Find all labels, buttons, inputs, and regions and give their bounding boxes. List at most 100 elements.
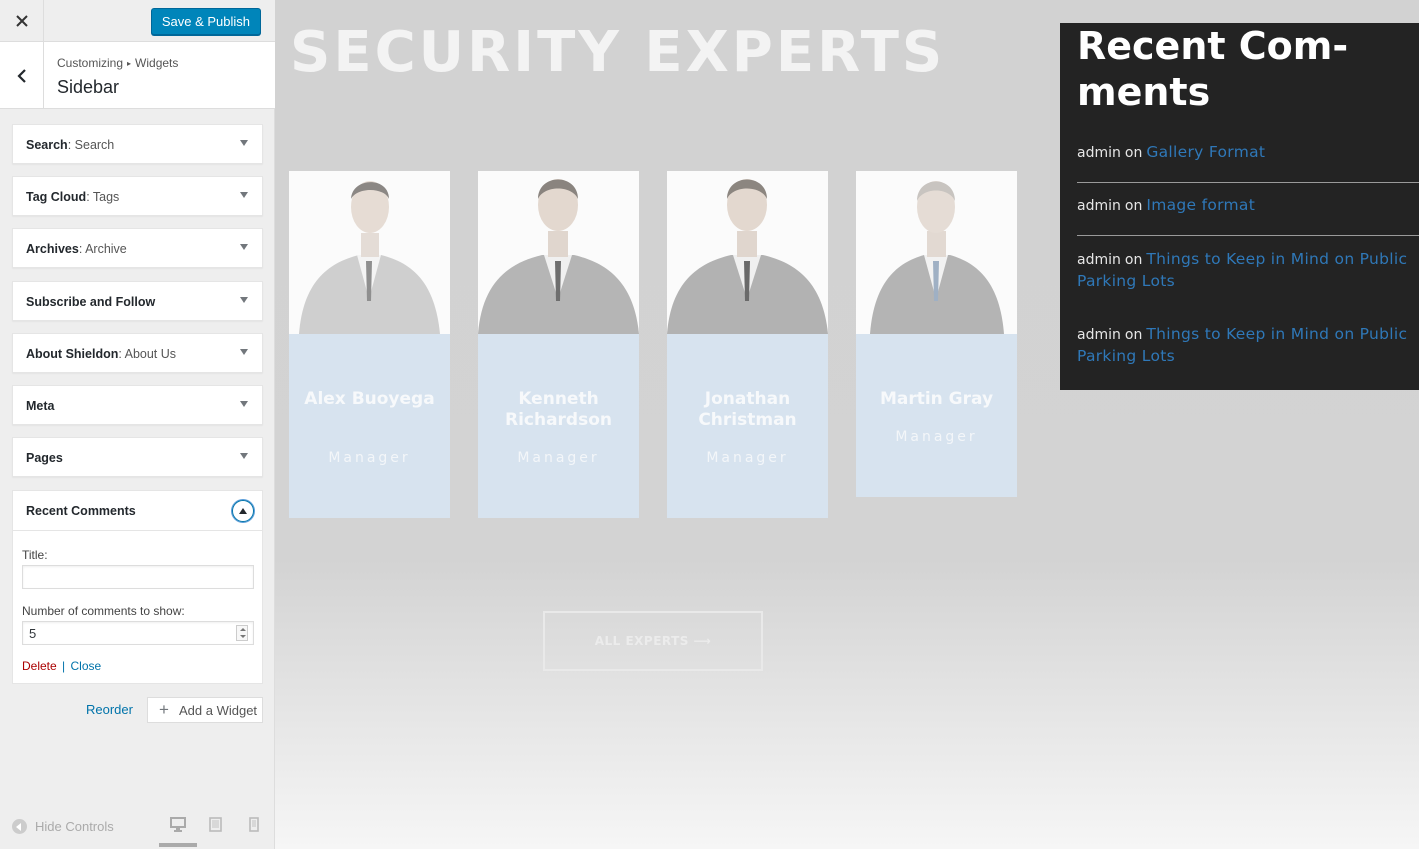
team-member-photo: [667, 171, 828, 334]
collapse-arrow-icon: [12, 819, 27, 834]
comment-post-link[interactable]: Image format: [1146, 196, 1255, 214]
widget-subtitle: : Tags: [86, 190, 120, 204]
hide-controls-button[interactable]: Hide Controls: [12, 819, 114, 834]
add-widget-label: Add a Widget: [179, 703, 258, 718]
delete-link[interactable]: Delete: [22, 659, 57, 673]
member-name: Jonathan Christman: [698, 389, 797, 430]
widget-recent-comments-header[interactable]: Recent Comments: [13, 491, 262, 531]
team-member-photo: [478, 171, 639, 334]
back-button[interactable]: [0, 42, 44, 109]
person-silhouette-icon: [478, 179, 639, 334]
chevron-up-icon: [239, 508, 247, 514]
breadcrumb-parent: Customizing: [57, 56, 124, 70]
widget-title: Subscribe and Follow: [26, 295, 156, 309]
widget-meta[interactable]: Meta: [12, 385, 263, 425]
widget-title: Tag Cloud: [26, 190, 87, 204]
save-publish-button[interactable]: Save & Publish: [150, 8, 261, 35]
comment-on: on: [1124, 145, 1143, 161]
breadcrumb-separator: ▸: [127, 59, 132, 68]
widget-search[interactable]: Search: Search: [12, 124, 263, 164]
title-label: Title:: [22, 548, 48, 562]
comment-post-link[interactable]: Gallery Format: [1146, 143, 1265, 161]
divider: [1077, 182, 1419, 183]
comment-item: admin on Image format: [1077, 195, 1419, 217]
widget-pages[interactable]: Pages: [12, 437, 263, 477]
widget-actions: Delete | Close: [22, 659, 101, 673]
recent-comments-title: Recent Com-ments: [1077, 24, 1349, 114]
team-member-photo: [289, 171, 450, 334]
expand-arrow-icon[interactable]: [240, 401, 248, 407]
section-title: Sidebar: [57, 77, 120, 97]
action-divider: |: [62, 659, 66, 673]
hide-controls-label: Hide Controls: [35, 819, 114, 834]
chevron-left-icon: [16, 68, 26, 83]
widget-subtitle: : Search: [67, 138, 115, 152]
tablet-icon[interactable]: [209, 817, 222, 832]
widget-recent-comments: Recent Comments Title: Number of comment…: [12, 490, 263, 684]
widget-subtitle: : Archive: [78, 242, 127, 256]
breadcrumb: Customizing ▸ Widgets: [57, 56, 178, 70]
section-header: Customizing ▸ Widgets Sidebar: [0, 42, 275, 109]
collapse-toggle-button[interactable]: [232, 500, 254, 522]
active-device-indicator: [159, 843, 197, 847]
comment-author: admin: [1077, 327, 1121, 343]
widget-title: Meta: [26, 399, 55, 413]
widget-subscribe-follow[interactable]: Subscribe and Follow: [12, 281, 263, 321]
close-icon: [15, 15, 28, 27]
number-of-comments-input[interactable]: 5: [22, 621, 254, 645]
widget-tag-cloud[interactable]: Tag Cloud: Tags: [12, 176, 263, 216]
comment-item: admin on Things to Keep in Mind on Public …: [1077, 249, 1419, 293]
close-customizer-button[interactable]: [0, 0, 44, 42]
expand-arrow-icon[interactable]: [240, 244, 248, 250]
team-card[interactable]: Alex Buoyega Manager: [289, 171, 450, 518]
divider: [1077, 235, 1419, 236]
customizer-header: Save & Publish: [0, 0, 275, 42]
member-role: Manager: [706, 450, 789, 466]
team-card[interactable]: Jonathan Christman Manager: [667, 171, 828, 518]
reorder-link[interactable]: Reorder: [86, 702, 133, 717]
widget-about[interactable]: About Shieldon: About Us: [12, 333, 263, 373]
expand-arrow-icon[interactable]: [240, 192, 248, 198]
widget-title: Recent Comments: [26, 504, 136, 518]
add-widget-button[interactable]: + Add a Widget: [147, 697, 263, 723]
widget-archives[interactable]: Archives: Archive: [12, 228, 263, 268]
team-card[interactable]: Martin Gray Manager: [856, 171, 1017, 497]
person-silhouette-icon: [870, 181, 1004, 334]
team-member-photo: [856, 171, 1017, 334]
member-name: Alex Buoyega: [304, 389, 435, 409]
expand-arrow-icon[interactable]: [240, 140, 248, 146]
comment-author: admin: [1077, 145, 1121, 161]
widget-subtitle: : About Us: [118, 347, 177, 361]
close-link[interactable]: Close: [71, 659, 102, 673]
title-input[interactable]: [22, 565, 254, 589]
recent-comments-widget: Recent Com-ments admin on Gallery Format a…: [1060, 23, 1419, 390]
expand-arrow-icon[interactable]: [240, 349, 248, 355]
member-role: Manager: [517, 450, 600, 466]
number-spinner[interactable]: [236, 625, 248, 641]
expand-arrow-icon[interactable]: [240, 453, 248, 459]
member-name: Martin Gray: [879, 389, 994, 409]
expand-arrow-icon[interactable]: [240, 297, 248, 303]
member-role: Manager: [328, 450, 411, 466]
team-card[interactable]: Kenneth Richardson Manager: [478, 171, 639, 518]
member-name: Kenneth Richardson: [504, 389, 613, 430]
widget-title: Pages: [26, 451, 63, 465]
comment-on: on: [1124, 198, 1143, 214]
comment-author: admin: [1077, 198, 1121, 214]
comment-on: on: [1124, 327, 1143, 343]
member-role: Manager: [895, 429, 978, 445]
comment-item: admin on Things to Keep in Mind on Public …: [1077, 324, 1419, 368]
number-label: Number of comments to show:: [22, 604, 185, 618]
number-value: 5: [29, 626, 37, 641]
widget-title: Search: [26, 138, 68, 152]
desktop-icon[interactable]: [170, 817, 186, 832]
widget-title: About Shieldon: [26, 347, 119, 361]
person-silhouette-icon: [299, 181, 440, 334]
all-experts-button[interactable]: ALL EXPERTS ⟶: [543, 611, 763, 671]
breadcrumb-child: Widgets: [135, 56, 179, 70]
widget-title: Archives: [26, 242, 79, 256]
comment-on: on: [1124, 252, 1143, 268]
person-silhouette-icon: [667, 179, 828, 334]
mobile-icon[interactable]: [249, 817, 259, 832]
site-preview: SECURITY EXPERTS Alex Buoyega Manager Ke…: [275, 0, 1419, 849]
